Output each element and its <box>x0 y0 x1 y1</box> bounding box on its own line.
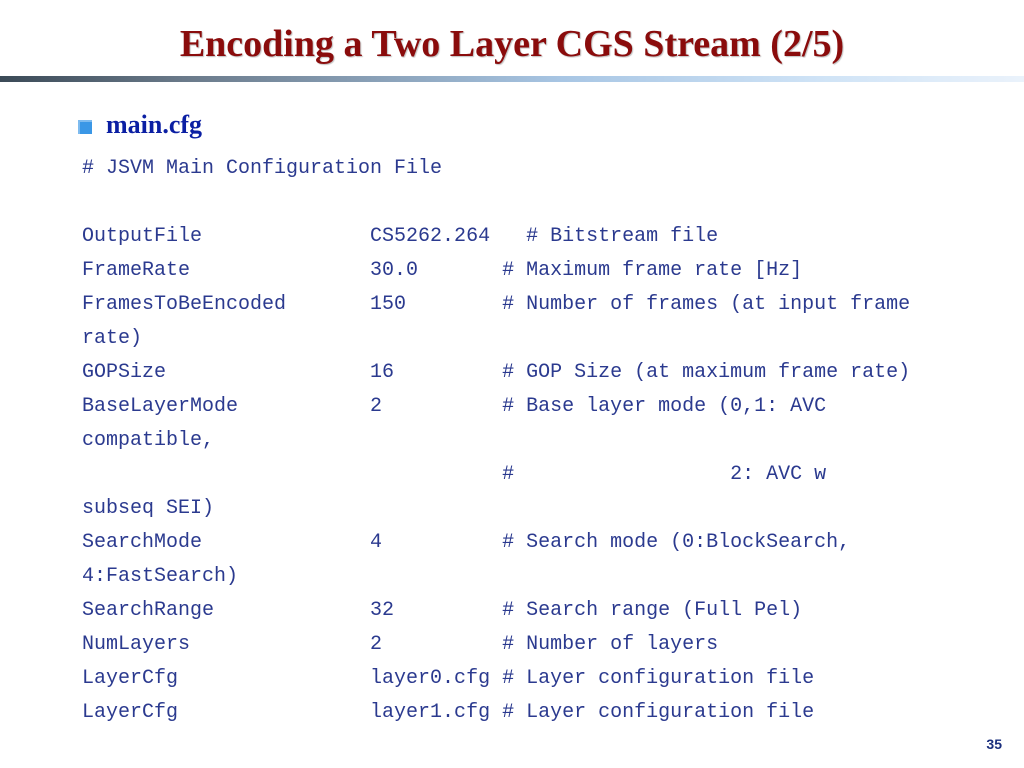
bullet-label: main.cfg <box>106 110 202 140</box>
config-file-text: # JSVM Main Configuration File OutputFil… <box>82 152 964 730</box>
content-area: main.cfg # JSVM Main Configuration File … <box>0 82 1024 730</box>
square-bullet-icon <box>78 120 92 134</box>
page-number: 35 <box>986 736 1002 752</box>
bullet-row: main.cfg <box>78 110 964 140</box>
slide: Encoding a Two Layer CGS Stream (2/5) ma… <box>0 0 1024 768</box>
slide-title: Encoding a Two Layer CGS Stream (2/5) <box>0 0 1024 76</box>
